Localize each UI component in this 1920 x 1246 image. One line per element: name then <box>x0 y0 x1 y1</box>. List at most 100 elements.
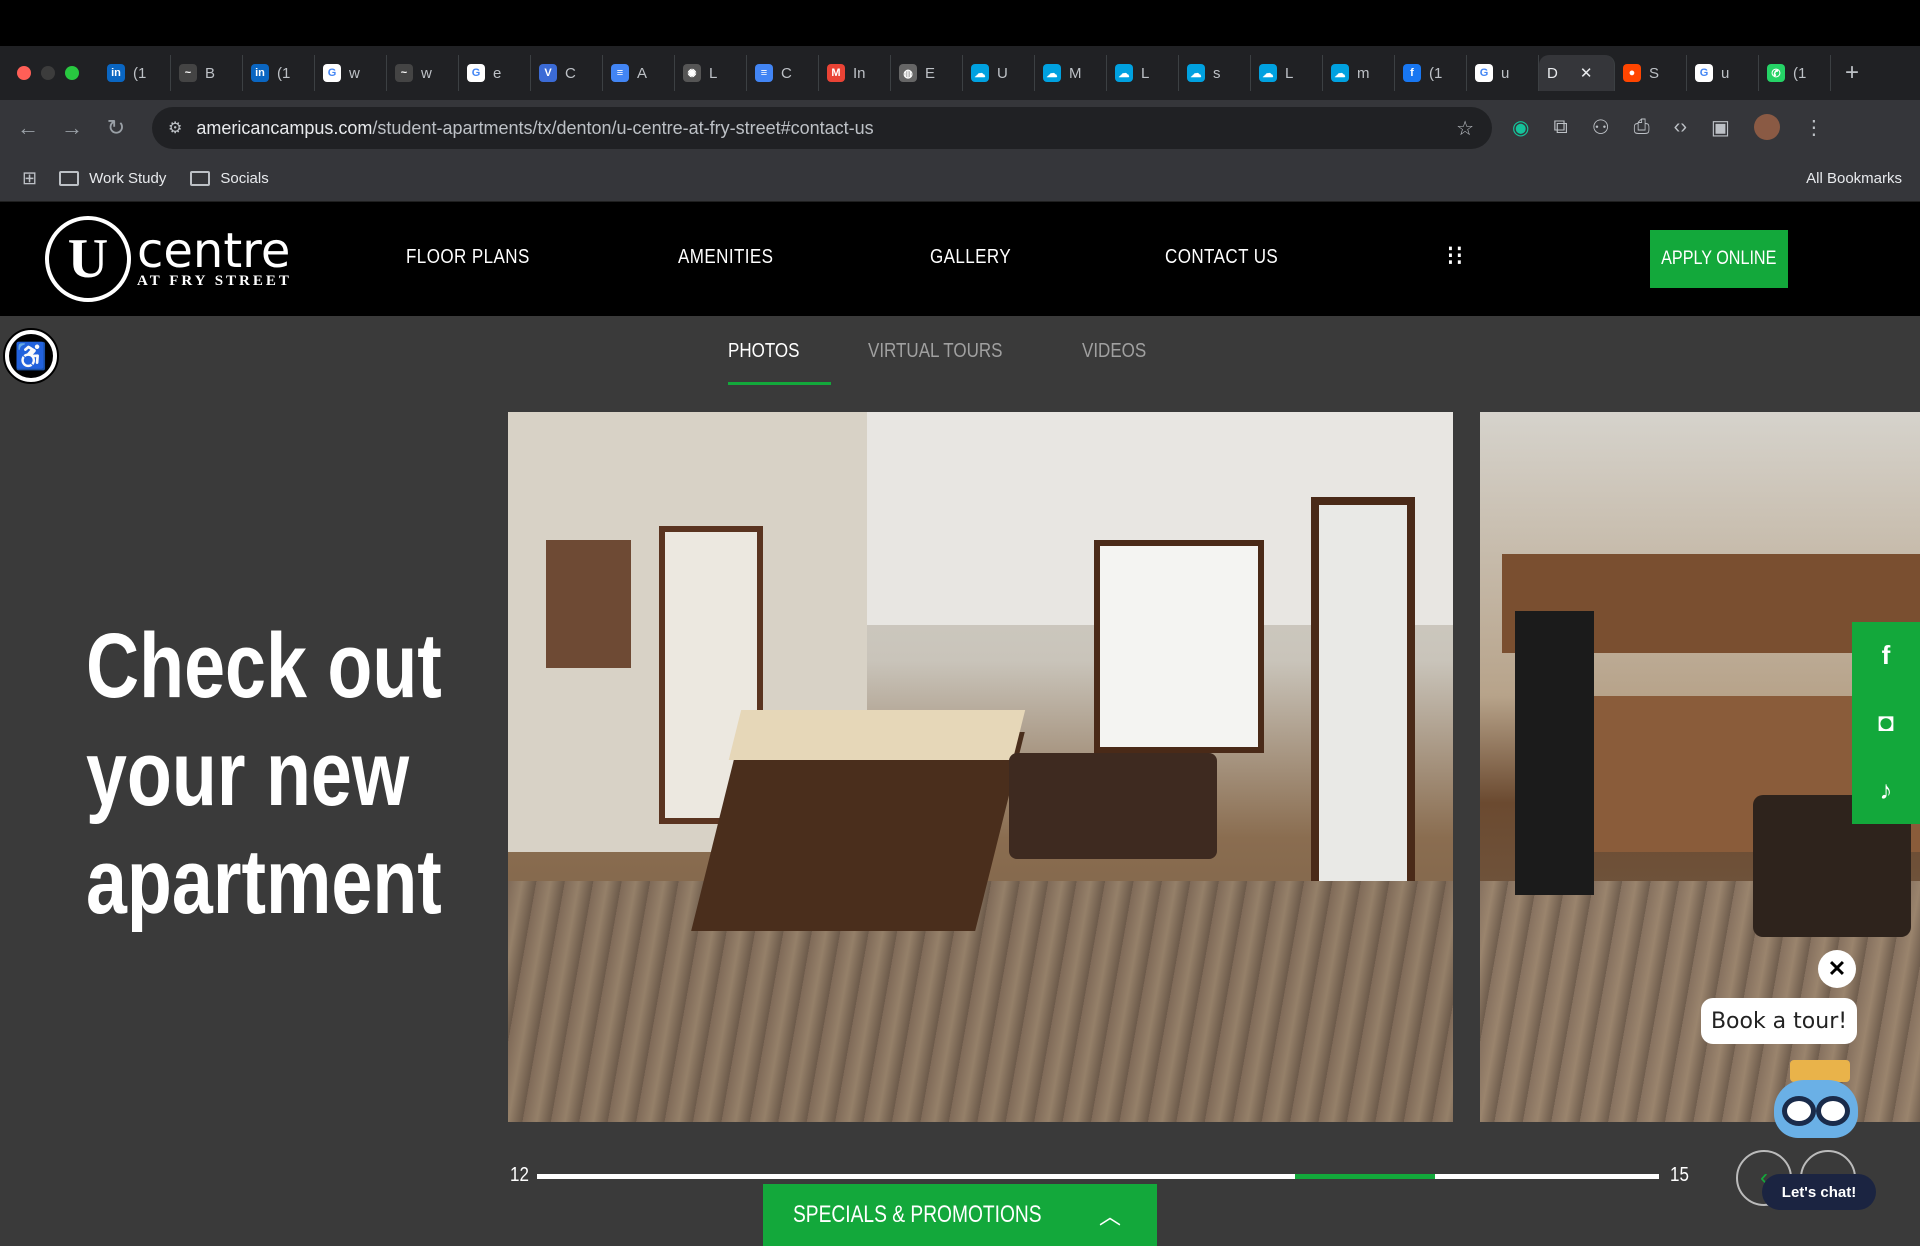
browser-tab[interactable]: ~ B <box>171 55 243 91</box>
more-menu-icon[interactable]: ⁝⁝ <box>1446 242 1464 270</box>
tab-virtual-tours[interactable]: VIRTUAL TOURS <box>868 340 1002 381</box>
browser-tab[interactable]: ● S <box>1615 55 1687 91</box>
tab-title: L <box>1285 64 1294 82</box>
browser-tab[interactable]: f (1 <box>1395 55 1467 91</box>
browser-tab[interactable]: M In <box>819 55 891 91</box>
site-header: U centre AT FRY STREET FLOOR PLANS AMENI… <box>0 202 1920 316</box>
globe-icon: ◍ <box>899 64 917 82</box>
photo-balcony-door <box>1311 497 1416 938</box>
nav-contact-us[interactable]: CONTACT US <box>1165 246 1278 269</box>
instagram-icon[interactable]: ◘ <box>1878 707 1894 738</box>
salesforce-icon: ☁ <box>1115 64 1133 82</box>
browser-tab[interactable]: Gu <box>1467 55 1539 91</box>
vercel-icon: V <box>539 64 557 82</box>
bookmark-socials[interactable]: Socials <box>190 170 269 187</box>
browser-tab[interactable]: ~ w <box>387 55 459 91</box>
facebook-icon[interactable]: f <box>1882 640 1891 671</box>
tab-title: s <box>1213 64 1221 82</box>
browser-tab[interactable]: in (1 <box>99 55 171 91</box>
linkedin-icon: in <box>107 64 125 82</box>
back-arrow-icon[interactable]: ← <box>6 115 50 141</box>
salesforce-icon: ☁ <box>1043 64 1061 82</box>
site-settings-icon[interactable]: ⚙ <box>168 118 182 138</box>
specials-promotions-bar[interactable]: SPECIALS & PROMOTIONS ︿ <box>763 1184 1157 1246</box>
close-chat-prompt-button[interactable]: ✕ <box>1818 950 1856 988</box>
gallery-progress-bar <box>537 1174 1659 1179</box>
browser-tab[interactable]: Ge <box>459 55 531 91</box>
browser-tab[interactable]: Gu <box>1687 55 1759 91</box>
website-viewport: U centre AT FRY STREET FLOOR PLANS AMENI… <box>0 202 1920 1246</box>
browser-tab[interactable]: ✺ L <box>675 55 747 91</box>
logo-mark: U <box>45 216 131 302</box>
folder-icon <box>59 171 80 186</box>
lets-chat-button[interactable]: Let's chat! <box>1762 1174 1876 1210</box>
book-tour-bubble[interactable]: Book a tour! <box>1701 998 1857 1044</box>
tab-photos[interactable]: PHOTOS <box>728 340 799 381</box>
maximize-window-button[interactable] <box>65 66 79 80</box>
devtools-icon[interactable]: ‹› <box>1674 116 1687 139</box>
all-bookmarks[interactable]: All Bookmarks <box>1806 170 1902 187</box>
chat-mascot-icon[interactable] <box>1768 1060 1862 1144</box>
close-window-button[interactable] <box>17 66 31 80</box>
menu-kebab-icon[interactable]: ⋮ <box>1804 115 1824 140</box>
mascot-eye <box>1816 1096 1850 1126</box>
tab-videos[interactable]: VIDEOS <box>1082 340 1146 381</box>
browser-tab[interactable]: ☁ s <box>1179 55 1251 91</box>
blackboard-icon: ~ <box>395 64 413 82</box>
browser-tab[interactable]: ☁ M <box>1035 55 1107 91</box>
tab-title: m <box>1357 64 1370 82</box>
browser-tab[interactable]: VC <box>531 55 603 91</box>
progress-fill <box>1295 1174 1435 1179</box>
photo-kitchen-island <box>691 731 1025 931</box>
browser-tab[interactable]: in (1 <box>243 55 315 91</box>
browser-tab[interactable]: Gw <box>315 55 387 91</box>
site-logo[interactable]: U centre AT FRY STREET <box>45 216 292 302</box>
tab-title: w <box>421 64 432 82</box>
browser-tab[interactable]: ≡ C <box>747 55 819 91</box>
new-tab-button[interactable]: + <box>1845 59 1859 87</box>
bookmark-work-study[interactable]: Work Study <box>59 170 166 187</box>
apply-online-label: APPLY ONLINE <box>1661 248 1777 269</box>
tab-search-icon[interactable]: ▣ <box>1711 115 1730 140</box>
salesforce-icon: ☁ <box>1187 64 1205 82</box>
active-tab-indicator <box>728 382 831 385</box>
accessibility-button[interactable]: ♿ <box>3 328 59 384</box>
slide-counter-total: 15 <box>1670 1164 1689 1186</box>
google-icon: G <box>1695 64 1713 82</box>
grammarly-icon[interactable]: ◉ <box>1512 115 1529 140</box>
logo-word: centre <box>137 222 291 279</box>
browser-tab[interactable]: ☁ m <box>1323 55 1395 91</box>
gallery-photo-living-kitchen[interactable] <box>508 412 1453 1122</box>
browser-tab[interactable]: ☁ U <box>963 55 1035 91</box>
browser-tab[interactable]: ◍ E <box>891 55 963 91</box>
browser-tab[interactable]: ☁ L <box>1251 55 1323 91</box>
browser-tab[interactable]: ☁ L <box>1107 55 1179 91</box>
apply-online-button[interactable]: APPLY ONLINE <box>1650 230 1788 288</box>
url-text[interactable]: americancampus.com/student-apartments/tx… <box>196 118 873 139</box>
browser-tab[interactable]: ≡ A <box>603 55 675 91</box>
apps-grid-icon[interactable]: ⊞ <box>22 168 37 189</box>
minimize-window-button[interactable] <box>41 66 55 80</box>
forward-arrow-icon[interactable]: → <box>50 115 94 141</box>
reload-icon[interactable]: ↻ <box>94 115 138 141</box>
close-tab-icon[interactable]: ✕ <box>1580 64 1593 82</box>
chevron-up-icon[interactable]: ︿ <box>1099 1199 1121 1231</box>
profile-avatar[interactable] <box>1753 114 1780 140</box>
bookmark-label: Socials <box>220 170 269 187</box>
nav-gallery[interactable]: GALLERY <box>930 246 1011 269</box>
extensions-icon[interactable]: ⧉ <box>1553 116 1567 139</box>
browser-tab[interactable]: D ✕ <box>1539 55 1615 91</box>
url-path: /student-apartments/tx/denton/u-centre-a… <box>372 117 874 138</box>
print-icon[interactable]: ⎙ <box>1634 116 1650 139</box>
facebook-icon: f <box>1403 64 1421 82</box>
browser-tab[interactable]: ✆ (1 <box>1759 55 1831 91</box>
bookmark-star-icon[interactable]: ☆ <box>1456 116 1474 141</box>
tab-title: u <box>1501 64 1510 82</box>
nav-floor-plans[interactable]: FLOOR PLANS <box>406 246 530 269</box>
tiktok-icon[interactable]: ♪ <box>1880 775 1893 806</box>
url-omnibox[interactable]: ⚙ americancampus.com/student-apartments/… <box>152 107 1492 149</box>
nav-amenities[interactable]: AMENITIES <box>678 246 773 269</box>
reddit-icon: ● <box>1623 64 1641 82</box>
incognito-icon[interactable]: ⚇ <box>1592 115 1610 140</box>
google-icon: G <box>467 64 485 82</box>
